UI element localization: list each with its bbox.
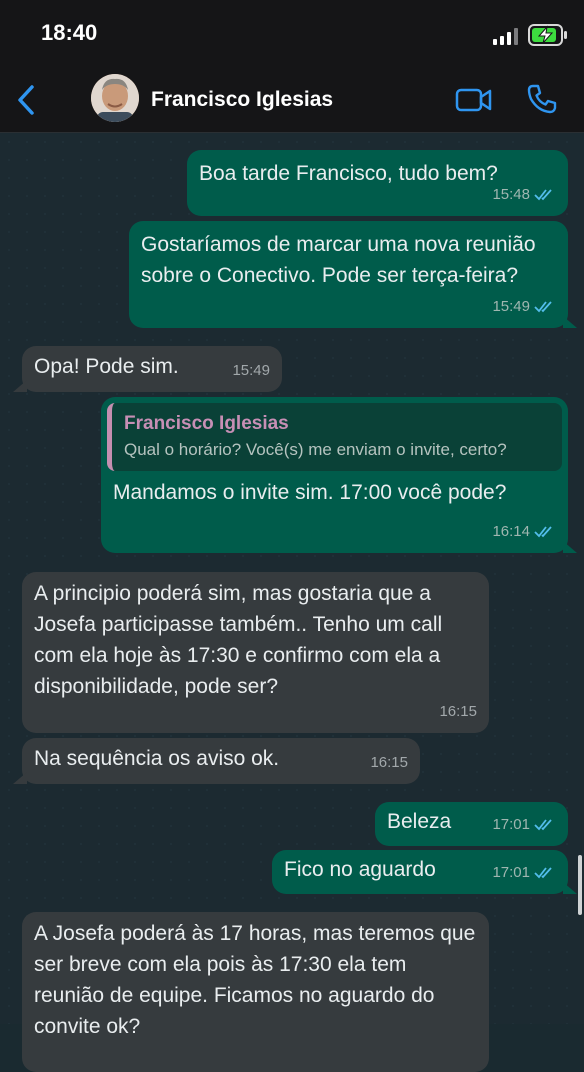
quoted-text: Qual o horário? Você(s) me enviam o invi… (124, 440, 507, 459)
phone-call-icon[interactable] (526, 83, 558, 115)
double-check-icon (534, 300, 552, 312)
message-outgoing[interactable]: Beleza 17:01 (375, 802, 568, 846)
contact-name[interactable]: Francisco Iglesias (151, 88, 333, 112)
message-text: Na sequência os aviso ok. (34, 747, 280, 770)
message-outgoing[interactable]: Gostaríamos de marcar uma nova reunião s… (129, 221, 577, 328)
message-text: Boa tarde Francisco, tudo bem? (199, 162, 498, 185)
double-check-icon (534, 525, 552, 537)
avatar-photo (91, 74, 139, 122)
video-call-icon[interactable] (455, 86, 493, 114)
message-text: Opa! Pode sim. (34, 355, 179, 378)
message-meta: 17:01 (492, 809, 556, 840)
message-meta: 15:49 (492, 291, 556, 322)
message-time: 15:48 (492, 186, 530, 203)
chat-header: Francisco Iglesias (0, 70, 584, 133)
message-incoming[interactable]: A principio poderá sim, mas gostaria que… (22, 572, 489, 733)
message-time: 16:15 (370, 754, 408, 771)
quoted-message[interactable]: Francisco Iglesias Qual o horário? Você(… (107, 403, 562, 471)
quoted-sender: Francisco Iglesias (124, 413, 289, 434)
message-meta: 17:01 (492, 857, 556, 888)
message-time: 15:49 (492, 298, 530, 315)
message-time: 17:01 (492, 816, 530, 833)
message-text: Gostaríamos de marcar uma nova reunião s… (141, 233, 536, 287)
message-time: 16:15 (439, 703, 477, 720)
scrollbar[interactable] (578, 855, 582, 915)
message-text: A Josefa poderá às 17 horas, mas teremos… (34, 922, 476, 1038)
signal-icon (493, 28, 518, 45)
message-meta: 16:15 (439, 696, 477, 727)
back-chevron-icon[interactable] (14, 84, 38, 116)
battery-charging-icon (528, 24, 567, 46)
message-meta: 16:14 (492, 516, 556, 547)
double-check-icon (534, 188, 552, 200)
message-incoming[interactable]: A Josefa poderá às 17 horas, mas teremos… (22, 912, 489, 1072)
message-text: Beleza (387, 810, 452, 833)
double-check-icon (534, 866, 552, 878)
message-meta: 15:48 (492, 179, 556, 210)
message-outgoing-reply[interactable]: Francisco Iglesias Qual o horário? Você(… (101, 397, 577, 553)
message-outgoing[interactable]: Fico no aguardo 17:01 (272, 850, 577, 894)
message-meta: 15:49 (232, 355, 270, 386)
message-outgoing[interactable]: Boa tarde Francisco, tudo bem? 15:48 (187, 150, 568, 216)
chat-area[interactable]: Boa tarde Francisco, tudo bem? 15:48 Gos… (0, 133, 584, 1072)
status-bar: 18:40 (0, 0, 584, 70)
message-time: 17:01 (492, 864, 530, 881)
message-time: 16:14 (492, 523, 530, 540)
avatar[interactable] (91, 74, 139, 122)
message-text: Mandamos o invite sim. 17:00 você pode? (113, 481, 507, 504)
message-incoming[interactable]: Opa! Pode sim. 15:49 (13, 346, 282, 392)
message-text: A principio poderá sim, mas gostaria que… (34, 582, 443, 698)
message-time: 15:49 (232, 362, 270, 379)
message-meta: 16:15 (370, 747, 408, 778)
message-text: Fico no aguardo (284, 858, 436, 881)
status-time: 18:40 (41, 20, 98, 45)
message-incoming[interactable]: Na sequência os aviso ok. 16:15 (13, 738, 420, 784)
double-check-icon (534, 818, 552, 830)
